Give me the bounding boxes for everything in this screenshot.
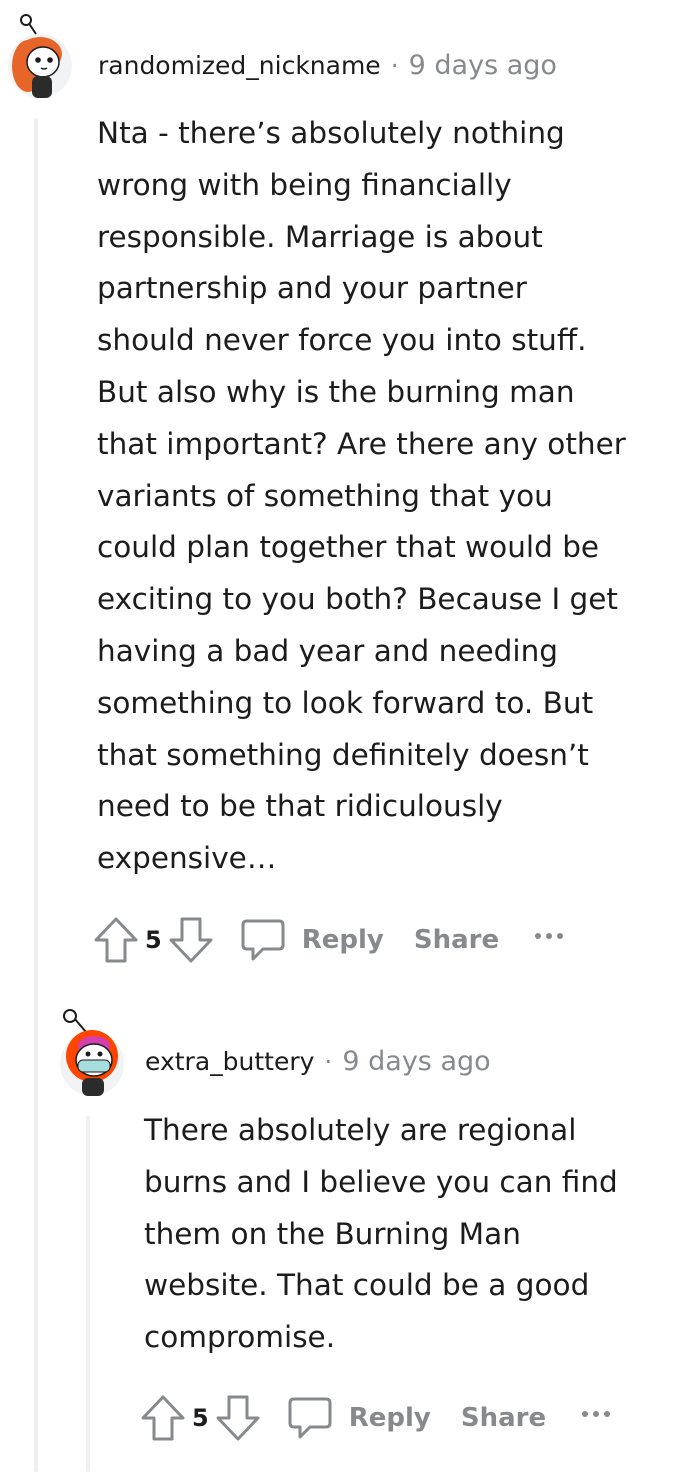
downvote-arrow-icon (169, 917, 213, 963)
timestamp[interactable]: 9 days ago (342, 1046, 490, 1077)
comment-body: There absolutely are regional burns and … (144, 1105, 698, 1364)
upvote-arrow-icon (141, 1395, 185, 1441)
comment-line: There absolutely are regional (144, 1113, 577, 1147)
downvote-button[interactable] (166, 915, 216, 965)
snoo-avatar-orange-hair-icon (8, 14, 72, 98)
downvote-button[interactable] (213, 1393, 263, 1443)
dot-icon (604, 1411, 611, 1417)
timestamp[interactable]: 9 days ago (409, 50, 557, 81)
comment-line: compromise. (144, 1320, 336, 1355)
comment-reply-icon-button[interactable] (285, 1393, 335, 1443)
reply-button[interactable]: Reply (349, 1403, 431, 1433)
comment-line: But also why is the burning man (97, 374, 575, 409)
username[interactable]: extra_buttery (145, 1047, 314, 1076)
comment-line: responsible. Marriage is about (97, 219, 543, 254)
comment-line: having a bad year and needing (97, 633, 558, 668)
vote-count: 5 (192, 1404, 209, 1432)
upvote-button[interactable] (138, 1393, 188, 1443)
share-button[interactable]: Share (414, 925, 499, 955)
comment-line: Nta - there’s absolutely nothing (97, 116, 565, 150)
separator-dot: · (324, 1047, 333, 1076)
more-options-button[interactable] (578, 1394, 614, 1434)
comment-line: variants of something that you (97, 478, 553, 513)
comment-line: something to look forward to. But (97, 685, 594, 720)
dot-icon (582, 1411, 589, 1417)
dot-icon (546, 933, 553, 939)
snoo-avatar-orange-hood-mask-icon (60, 1009, 124, 1096)
comment-line: partnership and your partner (97, 271, 527, 306)
comment-line: that important? Are there any other (97, 426, 626, 461)
upvote-button[interactable] (91, 915, 141, 965)
comment-line: website. That could be a good (144, 1268, 590, 1303)
vote-count: 5 (145, 926, 162, 954)
downvote-arrow-icon (216, 1395, 260, 1441)
comment-line: that something definitely doesn’t (97, 737, 589, 772)
upvote-arrow-icon (94, 917, 138, 963)
more-options-button[interactable] (531, 916, 567, 956)
dot-icon (535, 933, 542, 939)
share-button[interactable]: Share (461, 1403, 546, 1433)
comment-line: them on the Burning Man (144, 1216, 521, 1251)
comment-line: wrong with being financially (97, 167, 512, 202)
avatar[interactable] (6, 12, 74, 100)
comment-actions: 5 Reply Share (91, 915, 567, 965)
dot-icon (557, 933, 564, 939)
reply-button[interactable]: Reply (302, 925, 384, 955)
comment-bubble-icon (288, 1397, 332, 1439)
comment-line: need to be that ridiculously (97, 789, 503, 824)
comment-actions: 5 Reply Share (138, 1393, 614, 1443)
comment-line: could plan together that would be (97, 530, 600, 565)
comment-line: exciting to you both? Because I get (97, 582, 618, 617)
avatar[interactable] (56, 1006, 128, 1098)
separator-dot: · (390, 51, 399, 80)
dot-icon (593, 1411, 600, 1417)
comment-line: expensive… (97, 841, 277, 876)
comment-bubble-icon (241, 919, 285, 961)
comment-body: Nta - there’s absolutely nothing wrong w… (97, 108, 697, 885)
comment-line: burns and I believe you can find (144, 1164, 618, 1199)
comment-meta: extra_buttery · 9 days ago (145, 1046, 491, 1077)
comment-meta: randomized_nickname · 9 days ago (98, 50, 557, 81)
thread-line-root[interactable] (34, 118, 38, 1472)
username[interactable]: randomized_nickname (98, 51, 381, 80)
comment-line: should never force you into stuff. (97, 323, 587, 358)
comment-reply-icon-button[interactable] (238, 915, 288, 965)
thread-line-reply[interactable] (86, 1116, 90, 1472)
